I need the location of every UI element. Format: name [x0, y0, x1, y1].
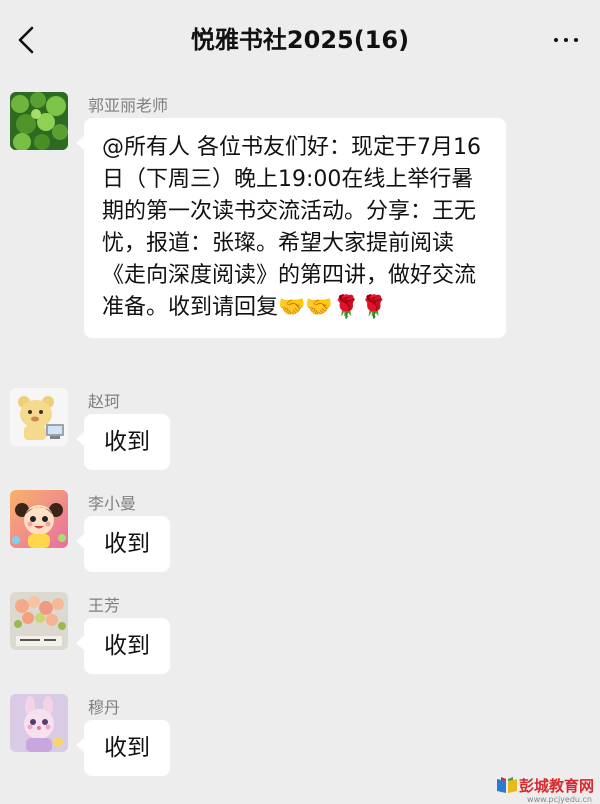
chat-title: 悦雅书社2025(16) — [190, 26, 410, 54]
message-text: 收到 — [104, 429, 150, 455]
more-button[interactable] — [548, 28, 584, 52]
more-dot — [574, 38, 578, 42]
avatar-mu[interactable] — [10, 694, 68, 752]
avatar-guo[interactable] — [10, 92, 68, 150]
site-watermark: 彭城教育网 www.pcjyedu.cn — [495, 774, 594, 804]
more-dot — [564, 38, 568, 42]
flowers-avatar — [10, 592, 68, 650]
message-text: 收到 — [104, 633, 150, 659]
sender-name: 赵珂 — [88, 392, 121, 411]
message-bubble-reply[interactable]: 收到 — [76, 618, 170, 674]
cartoon-bear-avatar — [10, 388, 68, 446]
book-logo-icon — [496, 777, 517, 793]
message-bubble-reply[interactable]: 收到 — [76, 414, 170, 470]
avatar-wang[interactable] — [10, 592, 68, 650]
avatar-zhao[interactable] — [10, 388, 68, 446]
sender-name: 李小曼 — [88, 494, 137, 513]
message-bubble-reply[interactable]: 收到 — [76, 720, 170, 776]
toy-bunny-avatar — [10, 694, 68, 752]
watermark-text: 彭城教育网 — [518, 776, 594, 795]
message-text: 收到 — [104, 531, 150, 557]
sender-name: 王芳 — [88, 596, 121, 615]
sender-name: 穆丹 — [88, 698, 121, 717]
more-dots-icon — [554, 38, 558, 42]
message-bubble-reply[interactable]: 收到 — [76, 516, 170, 572]
avatar-li[interactable] — [10, 490, 68, 548]
sender-name: 郭亚丽老师 — [88, 96, 169, 115]
message-text: 收到 — [104, 735, 150, 761]
chat-header: 悦雅书社2025(16) — [0, 0, 600, 78]
green-plant-avatar — [10, 92, 68, 150]
message-text: @所有人 各位书友们好：现定于7月16日（下周三）晚上19:00在线上举行暑期的… — [102, 135, 481, 320]
cartoon-girl-avatar — [10, 490, 68, 548]
message-bubble-announcement[interactable]: @所有人 各位书友们好：现定于7月16日（下周三）晚上19:00在线上举行暑期的… — [76, 118, 506, 338]
